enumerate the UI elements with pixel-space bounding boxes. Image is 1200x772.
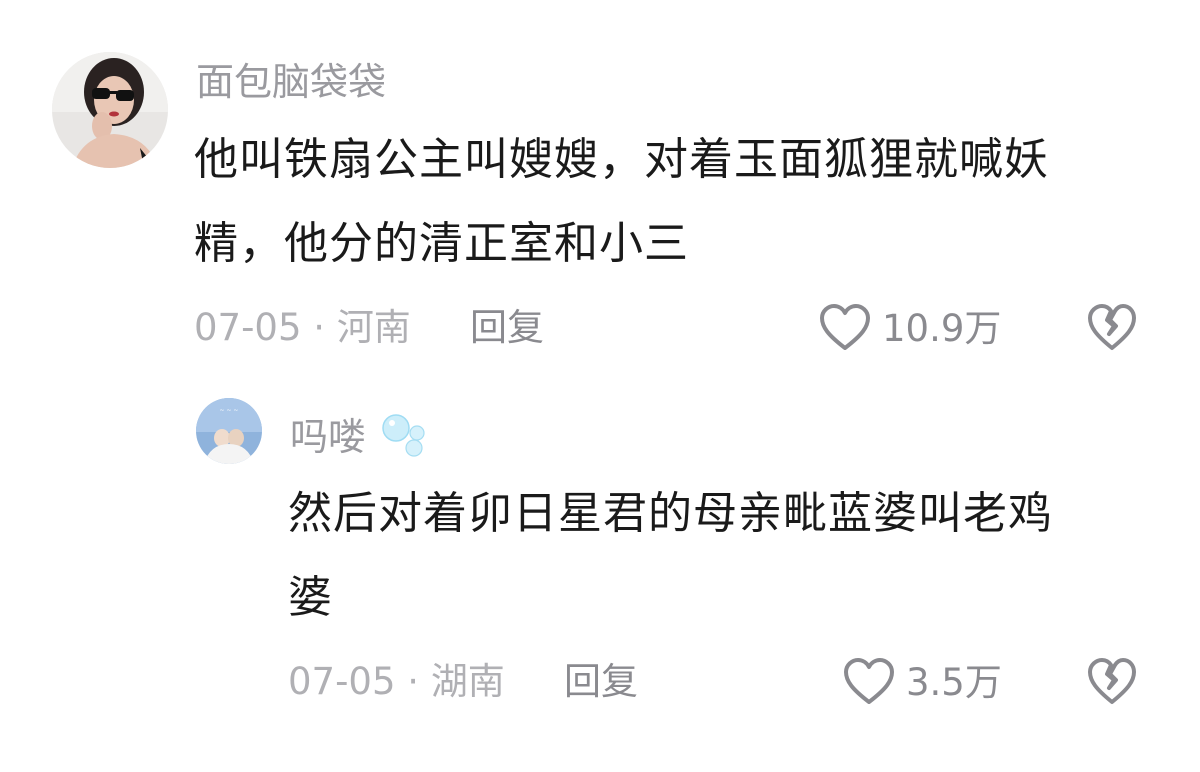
reply-comment-item: ~ ~ ~ 吗喽 然后对着卯日星君的母亲毗蓝婆叫老鸡 婆 07-05 · 湖南 … [0,380,1200,772]
like-button[interactable]: 10.9万 [818,302,1001,356]
svg-text:~ ~ ~: ~ ~ ~ [220,407,239,414]
comment-date: 07-05 [288,660,396,703]
comment-meta: 07-05 · 河南 [194,304,411,352]
comment-item: 面包脑袋袋 他叫铁扇公主叫嫂嫂，对着玉面狐狸就喊妖 精，他分的清正室和小三 07… [0,0,1200,380]
comment-text-line: 然后对着卯日星君的母亲毗蓝婆叫老鸡 [288,488,1053,539]
comment-text: 他叫铁扇公主叫嫂嫂，对着玉面狐狸就喊妖 精，他分的清正室和小三 [194,118,1154,286]
heart-outline-icon [842,656,896,710]
avatar[interactable] [52,52,168,168]
username[interactable]: 吗喽 [290,410,432,469]
reply-button[interactable]: 回复 [470,304,544,352]
avatar[interactable]: ~ ~ ~ [196,398,262,464]
comment-meta: 07-05 · 湖南 [288,658,505,706]
like-count: 3.5万 [906,661,1002,704]
reply-button[interactable]: 回复 [564,658,638,706]
comment-text-line: 他叫铁扇公主叫嫂嫂，对着玉面狐狸就喊妖 [194,134,1049,185]
broken-heart-icon [1088,658,1136,704]
comment-date: 07-05 [194,306,302,349]
dislike-button[interactable] [1086,302,1138,356]
comment-text-line: 精，他分的清正室和小三 [194,218,689,269]
comment-text-line: 婆 [288,572,333,623]
username-text: 吗喽 [290,415,367,459]
username[interactable]: 面包脑袋袋 [196,58,386,106]
comment-location: 湖南 [430,660,505,703]
comment-location: 河南 [336,306,411,349]
bubbles-emoji-icon [380,410,432,469]
broken-heart-icon [1088,304,1136,350]
dislike-button[interactable] [1086,656,1138,710]
heart-outline-icon [818,302,872,356]
meta-separator: · [313,306,326,349]
meta-separator: · [407,660,420,703]
like-count: 10.9万 [882,307,1002,350]
comment-text: 然后对着卯日星君的母亲毗蓝婆叫老鸡 婆 [288,472,1154,640]
like-button[interactable]: 3.5万 [842,656,1002,710]
